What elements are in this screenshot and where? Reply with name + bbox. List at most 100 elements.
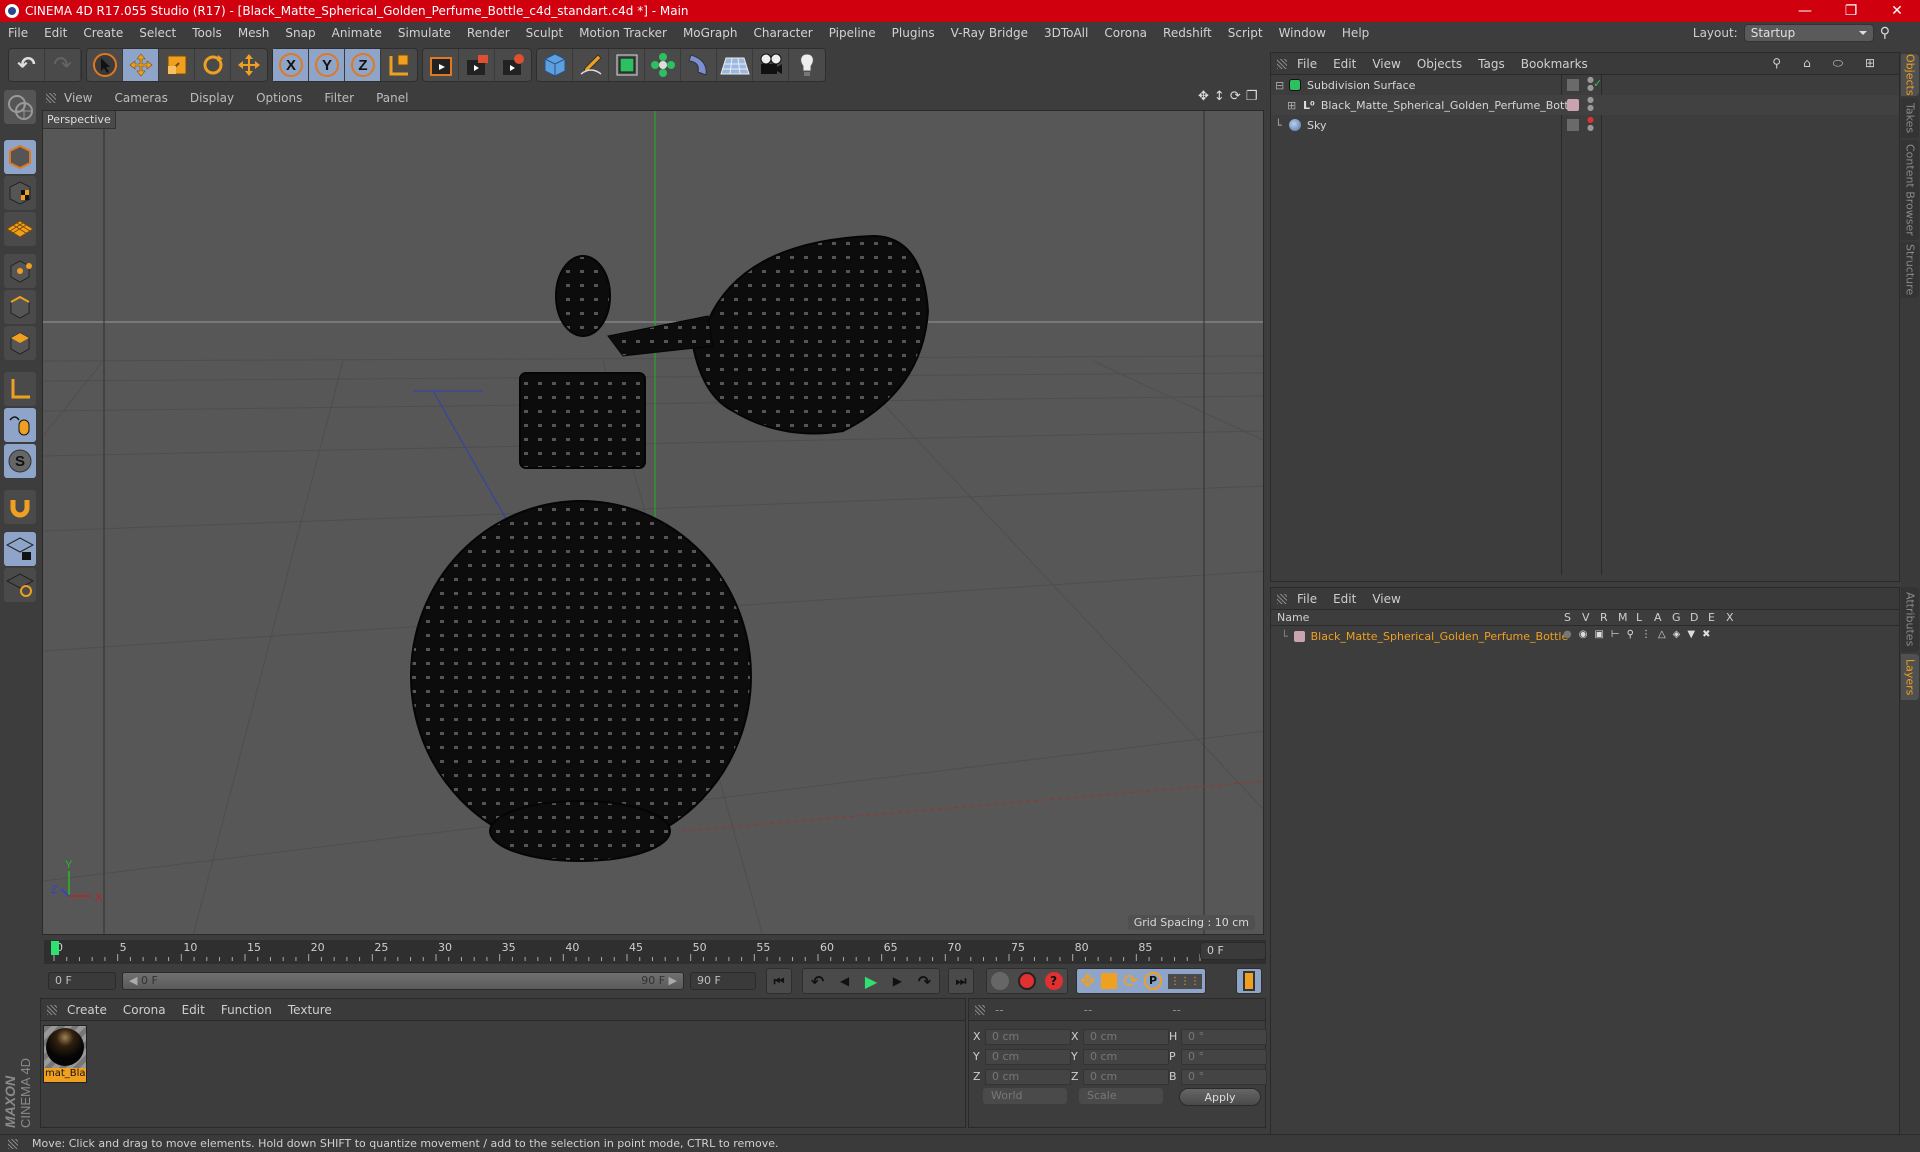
viewport-menu-display[interactable]: Display xyxy=(190,91,234,105)
scale-tool-button[interactable] xyxy=(159,49,195,81)
material-menu-edit[interactable]: Edit xyxy=(182,1003,205,1017)
panel-grip[interactable] xyxy=(1277,593,1287,604)
start-frame-field[interactable]: 0 F xyxy=(48,972,116,990)
menu-create[interactable]: Create xyxy=(75,26,131,40)
menu-character[interactable]: Character xyxy=(745,26,820,40)
position-field[interactable]: 0 cm xyxy=(985,1049,1071,1065)
timeline-ruler[interactable]: 051015202530354045505560657075808590 xyxy=(44,940,1266,964)
menu-sculpt[interactable]: Sculpt xyxy=(518,26,571,40)
transform-tool-button[interactable] xyxy=(231,49,267,81)
tab-takes[interactable]: Takes xyxy=(1901,98,1919,138)
panel-grip[interactable] xyxy=(1277,58,1287,69)
texture-mode-button[interactable] xyxy=(4,176,36,210)
column-locked[interactable]: L xyxy=(1636,611,1642,624)
add-floor-button[interactable] xyxy=(717,49,753,81)
display-tag-icon[interactable] xyxy=(1567,119,1579,131)
rotation-field[interactable]: 0 ° xyxy=(1181,1029,1267,1045)
deformer-flag-icon[interactable]: ◈ xyxy=(1673,629,1681,640)
frame-ruler[interactable]: 051015202530354045505560657075808590 xyxy=(50,940,1216,964)
perspective-viewport[interactable]: Y X Z Perspective Grid Spacing : 10 cm xyxy=(42,110,1264,935)
render-to-picture-viewer-button[interactable] xyxy=(459,49,495,81)
generator-flag-icon[interactable]: △ xyxy=(1658,629,1666,640)
menu-file[interactable]: File xyxy=(0,26,36,40)
snap-button[interactable] xyxy=(4,490,36,524)
layers-menu-file[interactable]: File xyxy=(1297,592,1317,606)
move-tool-button[interactable] xyxy=(123,49,159,81)
previous-key-icon[interactable]: ↶ xyxy=(811,972,824,991)
tweak-mode-button[interactable] xyxy=(4,408,36,442)
panel-grip[interactable] xyxy=(975,1004,985,1015)
key-parameter-icon[interactable]: P xyxy=(1144,972,1163,990)
menu-tools[interactable]: Tools xyxy=(184,26,230,40)
viewport-menu-options[interactable]: Options xyxy=(256,91,302,105)
redo-button[interactable]: ↷ xyxy=(45,49,81,81)
step-forward-icon[interactable]: ▶ xyxy=(893,974,902,988)
panel-grip[interactable] xyxy=(46,93,56,103)
visibility-dots[interactable]: ● ● xyxy=(1587,96,1594,112)
tab-layers[interactable]: Layers xyxy=(1901,654,1919,700)
add-cube-button[interactable] xyxy=(537,49,573,81)
collapse-icon[interactable]: ⊟ xyxy=(1275,79,1284,92)
play-icon[interactable]: ▶ xyxy=(865,972,877,991)
menu-render[interactable]: Render xyxy=(459,26,518,40)
tab-structure[interactable]: Structure xyxy=(1901,242,1919,298)
go-to-end-button[interactable]: ⏭ xyxy=(948,968,974,994)
menu-v-ray-bridge[interactable]: V-Ray Bridge xyxy=(943,26,1036,40)
menu-redshift[interactable]: Redshift xyxy=(1155,26,1220,40)
rotate-tool-button[interactable] xyxy=(195,49,231,81)
playhead[interactable] xyxy=(51,941,59,955)
lock-workplane-button[interactable] xyxy=(4,532,36,566)
home-icon[interactable]: ⌂ xyxy=(1803,56,1811,71)
expand-icon[interactable]: ⊞ xyxy=(1287,99,1299,112)
workplane-sync-button[interactable] xyxy=(4,568,36,602)
minimize-button[interactable]: — xyxy=(1782,0,1828,22)
make-editable-button[interactable] xyxy=(4,90,36,124)
key-pla-icon[interactable]: ⋮⋮⋮ xyxy=(1167,973,1202,989)
search-icon[interactable]: ⚲ xyxy=(1772,56,1781,71)
panel-grip[interactable] xyxy=(47,1004,57,1015)
coordinate-system-button[interactable] xyxy=(381,49,417,81)
range-left-arrow-icon[interactable]: ◀ xyxy=(129,974,137,987)
size-field[interactable]: 0 cm xyxy=(1083,1069,1169,1085)
viewport-menu-filter[interactable]: Filter xyxy=(324,91,354,105)
view-flag-icon[interactable]: ◉ xyxy=(1579,629,1588,640)
axis-mode-button[interactable] xyxy=(4,372,36,406)
rotation-field[interactable]: 0 ° xyxy=(1181,1049,1267,1065)
visibility-dots[interactable]: ● ● xyxy=(1587,116,1594,132)
render-view-button[interactable] xyxy=(423,49,459,81)
menu-corona[interactable]: Corona xyxy=(1096,26,1155,40)
tab-attributes[interactable]: Attributes xyxy=(1901,587,1919,652)
display-tag-icon[interactable] xyxy=(1567,79,1579,91)
layer-name[interactable]: Black_Matte_Spherical_Golden_Perfume_Bot… xyxy=(1311,630,1569,643)
dolly-icon[interactable]: ↕ xyxy=(1214,89,1225,104)
object-row-sky[interactable]: └ Sky ● ● xyxy=(1271,115,1899,135)
panel-grip[interactable] xyxy=(8,1138,18,1149)
perfume-bottle-model[interactable] xyxy=(410,234,930,862)
column-name[interactable]: Name xyxy=(1277,611,1309,624)
column-expressions[interactable]: E xyxy=(1708,611,1715,624)
add-subdivision-button[interactable] xyxy=(609,49,645,81)
add-spline-button[interactable] xyxy=(573,49,609,81)
layer-color-swatch[interactable] xyxy=(1293,630,1305,642)
solo-button[interactable]: S xyxy=(4,444,36,478)
expression-flag-icon[interactable]: ▼ xyxy=(1687,629,1695,640)
menu-script[interactable]: Script xyxy=(1220,26,1271,40)
timeline-window-button[interactable] xyxy=(1236,968,1262,994)
menu-window[interactable]: Window xyxy=(1271,26,1334,40)
search-icon[interactable]: ⚲ xyxy=(1880,25,1890,41)
key-position-icon[interactable]: ✥ xyxy=(1080,971,1095,992)
material-menu-function[interactable]: Function xyxy=(221,1003,272,1017)
column-manager[interactable]: M xyxy=(1618,611,1628,624)
animation-flag-icon[interactable]: ⋮ xyxy=(1641,629,1651,640)
key-scale-icon[interactable] xyxy=(1101,973,1118,989)
objects-menu-edit[interactable]: Edit xyxy=(1333,57,1356,71)
object-row-bottle[interactable]: ⊞ L⁰ Black_Matte_Spherical_Golden_Perfum… xyxy=(1271,95,1899,115)
menu-3dtoall[interactable]: 3DToAll xyxy=(1036,26,1096,40)
tab-objects[interactable]: Objects xyxy=(1901,54,1919,96)
ruler-svg[interactable]: 051015202530354045505560657075808590 xyxy=(50,940,1216,964)
viewport-menu-cameras[interactable]: Cameras xyxy=(114,91,167,105)
material-menu-create[interactable]: Create xyxy=(67,1003,107,1017)
workplane-mode-button[interactable] xyxy=(4,212,36,246)
frame-range-slider[interactable]: ◀ 0 F 90 F ▶ xyxy=(122,972,684,990)
viewport-menu-view[interactable]: View xyxy=(64,91,92,105)
